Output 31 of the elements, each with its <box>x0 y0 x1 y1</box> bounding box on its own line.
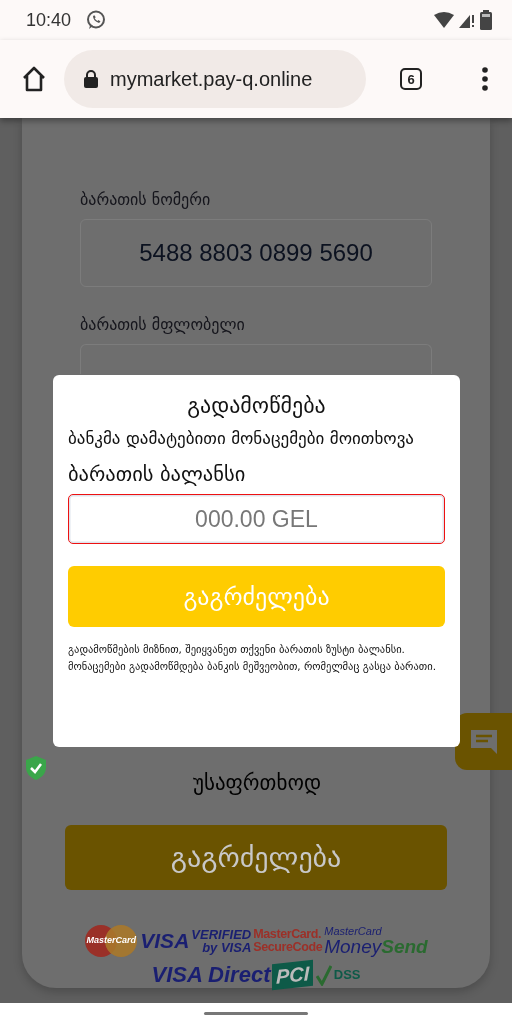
dialog-note: გადამოწმების მიზნით, შეიყვანეთ თქვენი ბარათის ზუსტი ბალანსი. მონაცემები გადამოწმდება ბანკის მეშვეობით, რომელმაც გასცა ბარათი. <box>68 642 437 675</box>
wifi-icon <box>434 12 454 28</box>
visa-logo: VISA <box>140 930 190 952</box>
chat-button[interactable] <box>455 713 512 770</box>
home-handle[interactable] <box>204 1012 308 1015</box>
field-label: ბარათის ბალანსი <box>68 462 247 486</box>
url-text: mymarket.pay-q.online <box>110 67 313 91</box>
lock-icon <box>84 70 98 88</box>
mastercard-logo: MasterCard <box>84 924 139 958</box>
field-label: ბარათის მფლობელი <box>80 314 246 334</box>
shield-check-icon <box>25 755 47 782</box>
visa-direct-logo: VISA Direct <box>151 964 271 986</box>
dialog-message: ბანკმა დამატებითი მონაცემები მოითხოვა <box>68 427 415 450</box>
chat-icon <box>469 728 498 755</box>
moneysend-logo: MasterCard MoneySend <box>324 926 428 956</box>
card-holder-field[interactable] <box>80 343 432 375</box>
address-bar[interactable]: mymarket.pay-q.online <box>64 50 366 108</box>
verified-by-visa-logo: VERIFIED by VISA <box>191 928 252 954</box>
card-number-field[interactable]: 5488 8803 0899 5690 <box>80 219 432 287</box>
securecode-logo: MasterCard. SecureCode <box>253 928 323 954</box>
tab-count-button[interactable]: 6 <box>400 68 422 90</box>
dialog-title: გადამოწმება <box>186 393 327 418</box>
menu-icon[interactable] <box>482 67 488 91</box>
continue-button[interactable]: გაგრძელება <box>65 825 447 890</box>
field-label: ბარათის ნომერი <box>80 190 212 209</box>
secure-label: უსაფრთხოდ <box>191 771 323 796</box>
battery-icon <box>480 10 492 30</box>
chat-app-icon <box>85 9 108 31</box>
clock-time: 10:40 <box>26 9 72 31</box>
pci-dss-logo: PCI DSS <box>272 962 361 988</box>
balance-input-field[interactable]: 000.00 GEL <box>68 494 445 544</box>
